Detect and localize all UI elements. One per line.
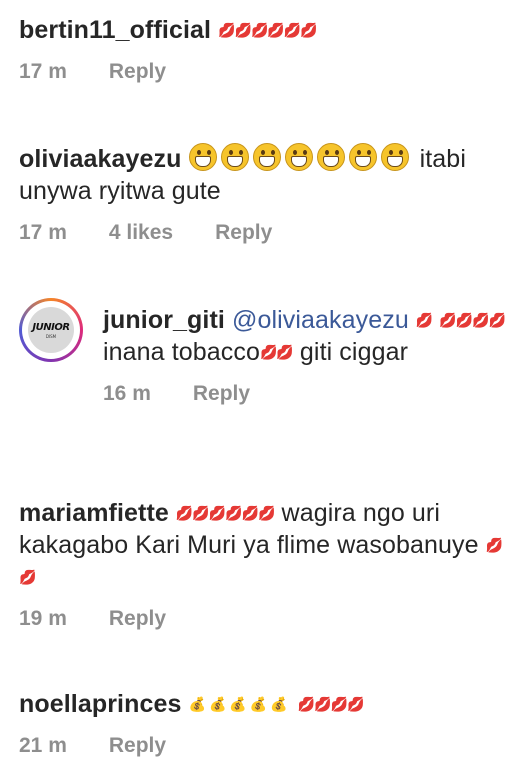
money-bag-emoji-icon: 💰💰💰💰💰	[188, 696, 291, 712]
lips-emoji-icon: 💋💋💋💋💋💋	[175, 505, 276, 521]
grinning-face-icon	[380, 143, 409, 171]
comment-username[interactable]: noellaprinces	[19, 690, 181, 718]
lips-emoji-icon: 💋	[415, 312, 433, 328]
reply-comment-item: junior_giti @oliviaakayezu 💋 💋💋💋💋 inana …	[103, 304, 518, 406]
junior-logo-icon: JUNIOR DISM	[28, 307, 74, 353]
grinning-face-icon	[348, 143, 377, 171]
comment-meta: 16 m Reply	[103, 382, 518, 406]
grinning-face-icon	[284, 143, 313, 171]
comment-item: noellaprinces 💰💰💰💰💰 💋💋💋💋 21 m Reply	[19, 688, 518, 758]
comment-body: giti ciggar	[292, 338, 408, 366]
comment-text: mariamfiette 💋💋💋💋💋💋 wagira ngo uri kakag…	[19, 497, 518, 593]
reply-button[interactable]: Reply	[193, 382, 250, 406]
grinning-face-icon	[252, 143, 281, 171]
comment-time: 17 m	[19, 60, 67, 83]
comment-text: junior_giti @oliviaakayezu 💋 💋💋💋💋 inana …	[103, 304, 518, 368]
grinning-face-icon	[316, 143, 345, 171]
comment-username[interactable]: bertin11_official	[19, 16, 211, 44]
lips-emoji-icon: 💋💋💋💋💋💋	[218, 22, 318, 38]
lips-emoji-icon: 💋💋💋💋	[439, 312, 506, 328]
likes-count[interactable]: 4 likes	[109, 221, 173, 245]
comment-time: 21 m	[19, 734, 67, 757]
reply-button[interactable]: Reply	[109, 734, 166, 758]
comment-meta: 17 m Reply	[19, 60, 518, 84]
comment-item: mariamfiette 💋💋💋💋💋💋 wagira ngo uri kakag…	[19, 497, 518, 631]
comment-item: oliviaakayezu itabi unywa ryitwa gute 17…	[19, 143, 518, 245]
comment-text: bertin11_official 💋💋💋💋💋💋	[19, 14, 518, 46]
grinning-face-icon	[220, 143, 249, 171]
comment-meta: 19 m Reply	[19, 607, 518, 631]
reply-button[interactable]: Reply	[109, 60, 166, 84]
comment-username[interactable]: mariamfiette	[19, 499, 169, 527]
reply-button[interactable]: Reply	[215, 221, 272, 245]
comment-meta: 17 m 4 likes Reply	[19, 221, 518, 245]
comment-meta: 21 m Reply	[19, 734, 518, 758]
comment-username[interactable]: oliviaakayezu	[19, 145, 182, 173]
comment-time: 17 m	[19, 221, 67, 244]
comment-text: oliviaakayezu itabi unywa ryitwa gute	[19, 143, 518, 207]
lips-emoji-icon: 💋💋💋💋	[297, 696, 365, 712]
avatar[interactable]: JUNIOR DISM	[19, 298, 83, 362]
grinning-face-icon	[188, 143, 217, 171]
comment-item: bertin11_official 💋💋💋💋💋💋 17 m Reply	[19, 14, 518, 84]
grin-emoji-group	[188, 143, 413, 173]
reply-button[interactable]: Reply	[109, 607, 166, 631]
comment-body: inana tobacco	[103, 338, 260, 366]
lips-emoji-icon: 💋💋	[259, 344, 294, 360]
comment-time: 16 m	[103, 382, 151, 405]
comment-time: 19 m	[19, 607, 67, 630]
comment-username[interactable]: junior_giti	[103, 306, 225, 334]
mention-link[interactable]: @oliviaakayezu	[232, 306, 409, 334]
comment-text: noellaprinces 💰💰💰💰💰 💋💋💋💋	[19, 688, 518, 720]
